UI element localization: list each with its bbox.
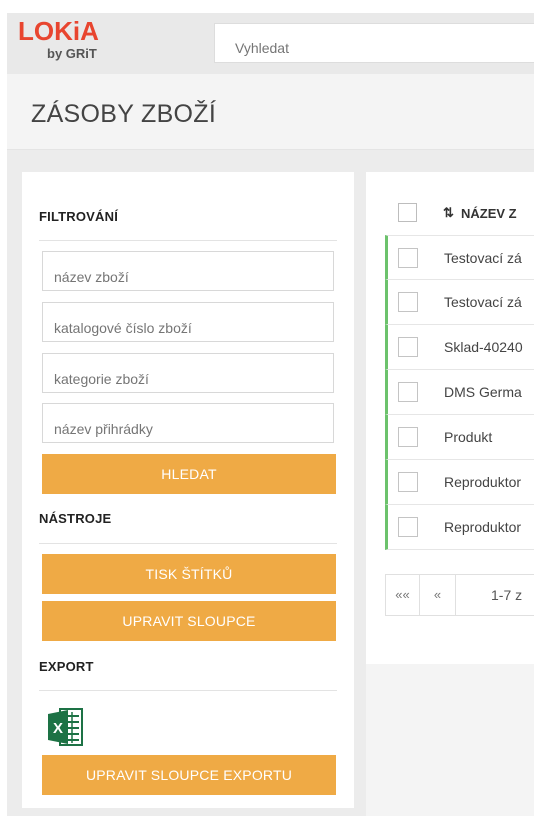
column-header-name[interactable]: NÁZEV Z xyxy=(461,206,517,221)
logo[interactable]: LOKiA by GRiT xyxy=(18,16,108,66)
select-all-checkbox[interactable] xyxy=(398,203,417,222)
row-checkbox[interactable] xyxy=(398,472,418,492)
tools-title: NÁSTROJE xyxy=(39,511,112,526)
table-row[interactable]: Produkt xyxy=(385,415,534,460)
table-row[interactable]: Testovací zá xyxy=(385,280,534,325)
row-checkbox[interactable] xyxy=(398,382,418,402)
row-checkbox[interactable] xyxy=(398,248,418,268)
row-checkbox[interactable] xyxy=(398,517,418,537)
row-name[interactable]: Sklad-40240 xyxy=(444,339,523,355)
category-field[interactable] xyxy=(42,353,334,393)
table-row[interactable]: Sklad-40240 xyxy=(385,325,534,370)
logo-text: LOKiA xyxy=(18,16,99,46)
table-body: Testovací zá Testovací zá Sklad-40240 DM… xyxy=(385,235,534,550)
print-labels-button[interactable]: TISK ŠTÍTKŮ xyxy=(42,554,336,594)
row-name[interactable]: DMS Germa xyxy=(444,384,522,400)
row-name[interactable]: Testovací zá xyxy=(444,294,522,310)
sort-icon[interactable]: ⇅ xyxy=(443,205,454,221)
edit-export-columns-button[interactable]: UPRAVIT SLOUPCE EXPORTU xyxy=(42,755,336,795)
svg-text:X: X xyxy=(53,720,63,737)
table-row[interactable]: Testovací zá xyxy=(385,235,534,280)
pagination-info: 1-7 z xyxy=(491,587,523,603)
row-checkbox[interactable] xyxy=(398,337,418,357)
search-button[interactable]: HLEDAT xyxy=(42,454,336,494)
first-page-button[interactable]: «« xyxy=(386,575,420,615)
divider xyxy=(39,690,337,691)
row-name[interactable]: Testovací zá xyxy=(444,250,522,266)
export-title: EXPORT xyxy=(39,659,94,674)
table-row[interactable]: DMS Germa xyxy=(385,370,534,415)
prev-page-button[interactable]: « xyxy=(420,575,456,615)
divider xyxy=(39,543,337,544)
divider xyxy=(39,240,337,241)
excel-icon[interactable]: X xyxy=(46,706,96,748)
pagination: «« « 1-7 z xyxy=(385,574,534,616)
row-name[interactable]: Reproduktor xyxy=(444,474,521,490)
catalog-number-field[interactable] xyxy=(42,302,334,342)
bin-name-field[interactable] xyxy=(42,403,334,443)
logo-subtext: by GRiT xyxy=(47,46,97,61)
search-input[interactable] xyxy=(214,23,534,63)
edit-columns-button[interactable]: UPRAVIT SLOUPCE xyxy=(42,601,336,641)
filters-title: FILTROVÁNÍ xyxy=(39,209,119,224)
table-row[interactable]: Reproduktor xyxy=(385,460,534,505)
top-bar: LOKiA by GRiT xyxy=(7,13,534,74)
page-header: ZÁSOBY ZBOŽÍ xyxy=(7,74,534,150)
row-checkbox[interactable] xyxy=(398,427,418,447)
row-name[interactable]: Reproduktor xyxy=(444,519,521,535)
content-area xyxy=(366,664,534,816)
row-name[interactable]: Produkt xyxy=(444,429,492,445)
table-row[interactable]: Reproduktor xyxy=(385,505,534,550)
page-title: ZÁSOBY ZBOŽÍ xyxy=(31,100,217,128)
product-name-field[interactable] xyxy=(42,251,334,291)
row-checkbox[interactable] xyxy=(398,292,418,312)
